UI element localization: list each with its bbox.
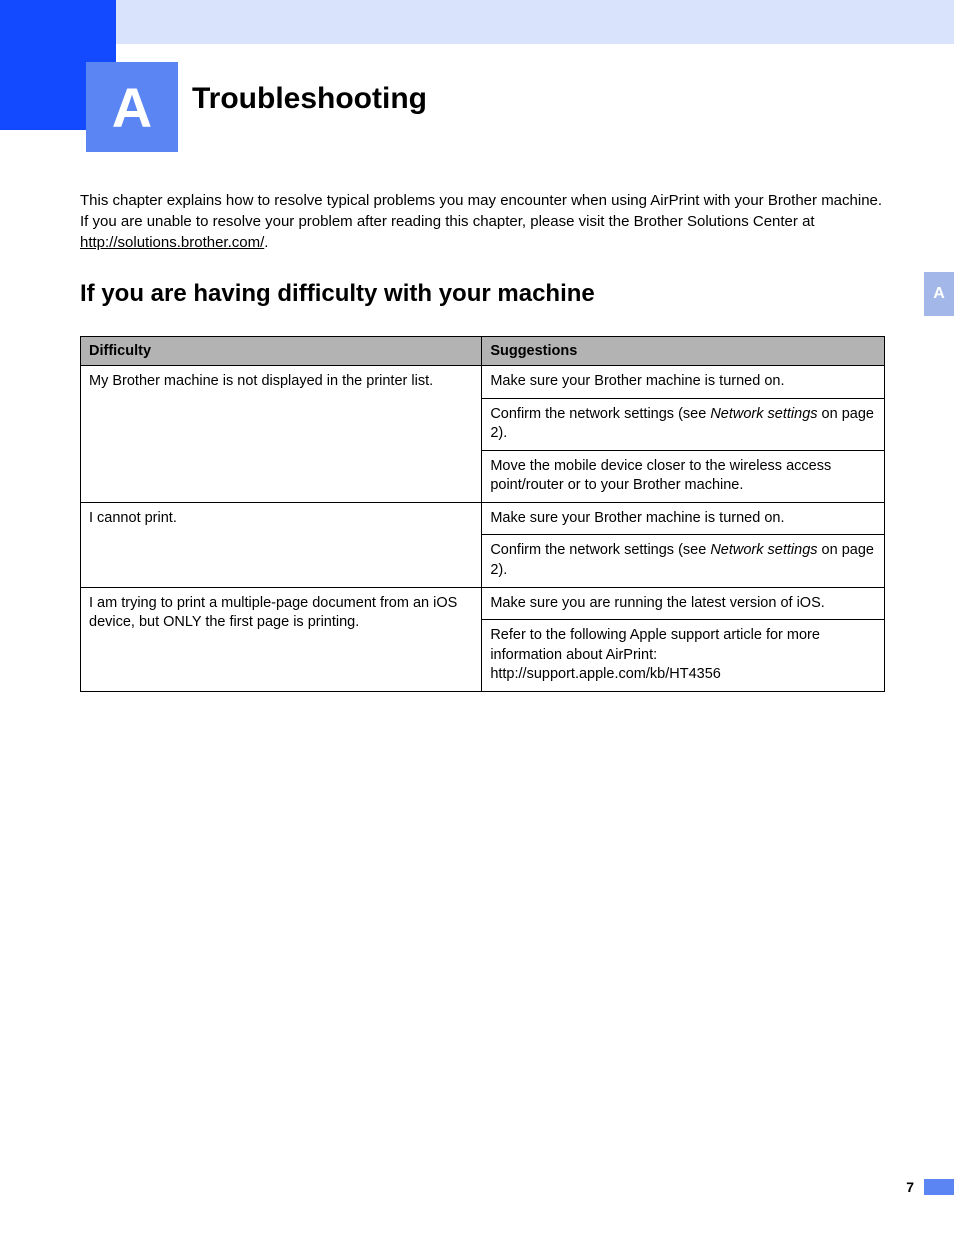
chapter-title: Troubleshooting	[192, 82, 427, 116]
cell-suggestion: Confirm the network settings (see Networ…	[482, 535, 885, 587]
suggestion-prefix: Confirm the network settings (see	[490, 542, 710, 558]
cell-suggestion: Make sure you are running the latest ver…	[482, 587, 885, 620]
table-row: I cannot print.Make sure your Brother ma…	[81, 502, 885, 535]
page-number-bar	[924, 1179, 954, 1195]
section-heading: If you are having difficulty with your m…	[80, 280, 595, 308]
cell-suggestion: Confirm the network settings (see Networ…	[482, 398, 885, 450]
suggestion-italic: Network settings	[710, 542, 817, 558]
page: A Troubleshooting This chapter explains …	[0, 0, 954, 1235]
cell-suggestion: Refer to the following Apple support art…	[482, 620, 885, 692]
cell-difficulty: I am trying to print a multiple-page doc…	[81, 587, 482, 691]
intro-text-after: .	[264, 234, 268, 251]
chapter-badge: A	[86, 62, 178, 152]
side-tab-label: A	[933, 285, 945, 303]
table-row: My Brother machine is not displayed in t…	[81, 366, 885, 399]
cell-suggestion: Make sure your Brother machine is turned…	[482, 502, 885, 535]
table-header-row: Difficulty Suggestions	[81, 337, 885, 366]
intro-paragraph: This chapter explains how to resolve typ…	[80, 190, 885, 253]
intro-text-before: This chapter explains how to resolve typ…	[80, 192, 882, 230]
cell-suggestion: Make sure your Brother machine is turned…	[482, 366, 885, 399]
chapter-badge-letter: A	[112, 75, 152, 140]
side-tab: A	[924, 272, 954, 316]
header-band	[116, 0, 954, 44]
suggestion-italic: Network settings	[710, 406, 817, 422]
cell-difficulty: My Brother machine is not displayed in t…	[81, 366, 482, 503]
page-number: 7	[906, 1179, 914, 1195]
th-suggestions: Suggestions	[482, 337, 885, 366]
th-difficulty: Difficulty	[81, 337, 482, 366]
cell-difficulty: I cannot print.	[81, 502, 482, 587]
suggestion-prefix: Confirm the network settings (see	[490, 406, 710, 422]
table-body: My Brother machine is not displayed in t…	[81, 366, 885, 692]
troubleshooting-table: Difficulty Suggestions My Brother machin…	[80, 336, 885, 692]
intro-link[interactable]: http://solutions.brother.com/	[80, 234, 264, 251]
cell-suggestion: Move the mobile device closer to the wir…	[482, 450, 885, 502]
table-row: I am trying to print a multiple-page doc…	[81, 587, 885, 620]
